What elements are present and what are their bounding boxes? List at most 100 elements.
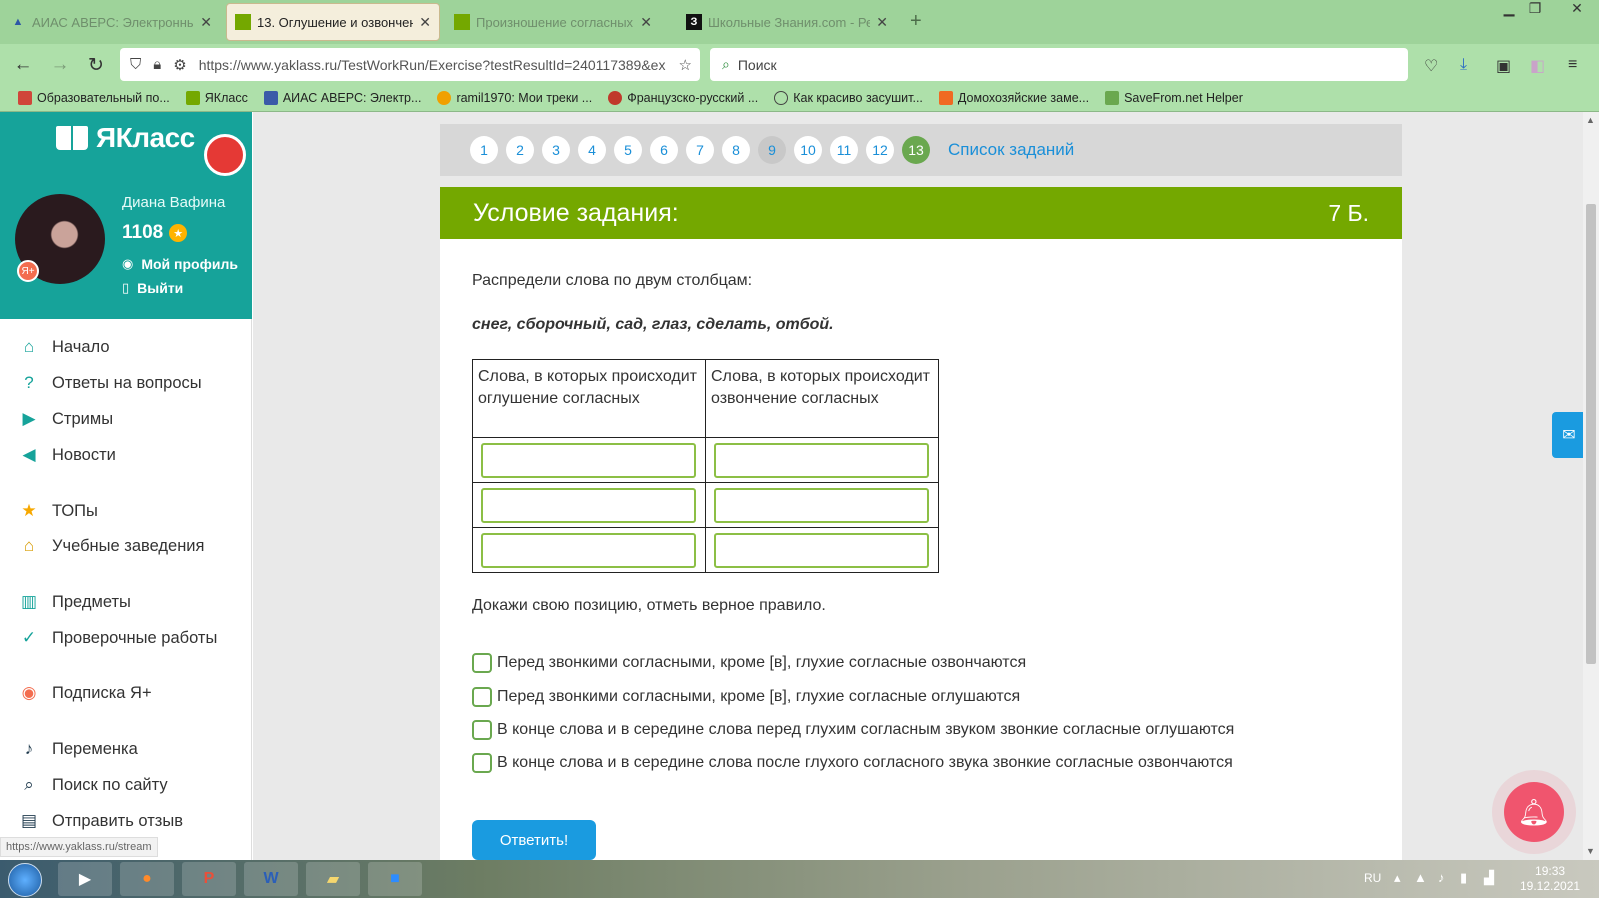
tab-aias[interactable]: ▲ АИАС АВЕРС: Электронный журнал ✕: [2, 4, 220, 40]
sidebar-item-answers[interactable]: ? Ответы на вопросы: [18, 372, 201, 394]
scroll-down-icon[interactable]: ▼: [1586, 846, 1595, 856]
clock[interactable]: 19:33 19.12.2021: [1520, 864, 1580, 894]
task-number-button[interactable]: 8: [722, 136, 750, 164]
zoom-icon[interactable]: ■: [368, 862, 422, 896]
sidebar-item-subjects[interactable]: ▥ Предметы: [18, 591, 131, 613]
minimize-icon[interactable]: ▁: [1496, 0, 1522, 18]
drop-field[interactable]: [481, 487, 696, 523]
task-instruction: Распредели слова по двум столбцам:: [472, 272, 753, 289]
power-icon[interactable]: ▮: [1460, 870, 1467, 886]
sidebar-item-tests[interactable]: ✓ Проверочные работы: [18, 627, 217, 649]
star-icon: ★: [169, 224, 188, 242]
task-number-current[interactable]: 13: [902, 136, 930, 164]
firefox-icon[interactable]: ●: [120, 862, 174, 896]
scroll-thumb[interactable]: [1586, 204, 1596, 664]
close-icon[interactable]: ✕: [640, 14, 652, 31]
drop-field[interactable]: [714, 532, 929, 568]
bookmark-item[interactable]: ramil1970: Мои треки ...: [437, 91, 592, 105]
forward-icon[interactable]: →: [47, 52, 73, 78]
notification-bell-icon[interactable]: 🔔︎: [1504, 782, 1564, 842]
task-number-button[interactable]: 12: [866, 136, 894, 164]
bookmark-item[interactable]: Домохозяйские заме...: [938, 91, 1089, 105]
task-number-button[interactable]: 4: [578, 136, 606, 164]
word-icon[interactable]: W: [244, 862, 298, 896]
tab-znania[interactable]: З Школьные Знания.com - Решайте ✕: [678, 4, 896, 40]
window-close-icon[interactable]: ✕: [1564, 0, 1590, 18]
logout-link[interactable]: ▯ Выйти: [122, 280, 183, 296]
sidebar-item-search[interactable]: ⌕ Поиск по сайту: [18, 774, 167, 796]
submit-answer-button[interactable]: Ответить!: [472, 820, 596, 860]
extension-icon[interactable]: ◧: [1530, 56, 1545, 76]
task-number-button[interactable]: 10: [794, 136, 822, 164]
tab-pronunciation[interactable]: Произношение согласных звуков ✕: [446, 4, 660, 40]
powerpoint-icon[interactable]: P: [182, 862, 236, 896]
start-button[interactable]: [8, 863, 42, 897]
scroll-up-icon[interactable]: ▲: [1586, 115, 1595, 125]
volume-icon[interactable]: ♪: [1438, 870, 1445, 885]
task-number-button[interactable]: 9: [758, 136, 786, 164]
media-player-icon[interactable]: ▶: [58, 862, 112, 896]
task-number-button[interactable]: 1: [470, 136, 498, 164]
drop-field[interactable]: [481, 532, 696, 568]
sidebar-item-news[interactable]: ◀ Новости: [18, 444, 115, 466]
checkbox[interactable]: [472, 653, 492, 673]
yaklass-logo[interactable]: ЯКласс: [56, 122, 195, 154]
search-bar[interactable]: ⌕ Поиск: [710, 48, 1408, 81]
containers-icon[interactable]: ▣: [1496, 56, 1511, 76]
rule-option[interactable]: В конце слова и в середине слова перед г…: [472, 720, 1234, 740]
tray-app-icon[interactable]: ▲: [1414, 870, 1427, 885]
globe-icon: [774, 91, 789, 105]
sidebar-item-schools[interactable]: ⌂ Учебные заведения: [18, 535, 205, 557]
reload-icon[interactable]: ↻: [83, 52, 109, 78]
sidebar-item-subscription[interactable]: ◉ Подписка Я+: [18, 682, 152, 704]
menu-icon[interactable]: ≡: [1568, 56, 1577, 74]
url-bar[interactable]: ⛉ 🔒︎ ⚙ https://www.yaklass.ru/TestWorkRu…: [120, 48, 700, 81]
sidebar-item-home[interactable]: ⌂ Начало: [18, 336, 110, 358]
bookmark-item[interactable]: Французско-русский ...: [608, 91, 758, 105]
task-list-link[interactable]: Список заданий: [948, 140, 1074, 160]
checkbox[interactable]: [472, 753, 492, 773]
user-points: 1108 ★: [122, 222, 188, 244]
drop-field[interactable]: [481, 442, 696, 478]
user-name[interactable]: Диана Вафина: [122, 194, 225, 211]
rule-option[interactable]: Перед звонкими согласными, кроме [в], гл…: [472, 653, 1026, 673]
tab-yaklass-current[interactable]: 13. Оглушение и озвончение согласных ✕: [226, 3, 440, 41]
bookmark-item[interactable]: Как красиво засушит...: [774, 91, 923, 105]
bookmark-item[interactable]: ЯКласс: [185, 91, 248, 105]
sidebar-item-tops[interactable]: ★ ТОПы: [18, 500, 98, 522]
network-icon[interactable]: ▟: [1484, 870, 1494, 886]
mail-icon[interactable]: ✉: [1552, 412, 1586, 458]
pocket-icon[interactable]: ♡: [1424, 56, 1438, 76]
new-tab-icon[interactable]: +: [910, 10, 922, 33]
scrollbar[interactable]: ▲ ▼: [1583, 112, 1599, 860]
bookmark-star-icon[interactable]: ☆: [679, 56, 692, 74]
drop-field[interactable]: [714, 442, 929, 478]
task-number-button[interactable]: 11: [830, 136, 858, 164]
sidebar-item-feedback[interactable]: ▤ Отправить отзыв: [18, 810, 183, 832]
bookmark-item[interactable]: SaveFrom.net Helper: [1105, 91, 1243, 105]
task-number-button[interactable]: 2: [506, 136, 534, 164]
download-icon[interactable]: ⤓: [1460, 56, 1467, 74]
restore-icon[interactable]: ❐: [1522, 0, 1548, 18]
task-number-button[interactable]: 6: [650, 136, 678, 164]
bookmark-item[interactable]: Образовательный по...: [18, 91, 170, 105]
checkbox[interactable]: [472, 720, 492, 740]
close-icon[interactable]: ✕: [200, 14, 212, 31]
profile-link[interactable]: ◉ Мой профиль: [122, 256, 238, 272]
drop-field[interactable]: [714, 487, 929, 523]
checkbox[interactable]: [472, 687, 492, 707]
sidebar-item-break[interactable]: ♪ Переменка: [18, 738, 138, 760]
task-number-button[interactable]: 3: [542, 136, 570, 164]
sidebar-item-streams[interactable]: ▶ Стримы: [18, 408, 113, 430]
back-icon[interactable]: ←: [10, 52, 36, 78]
rule-option[interactable]: В конце слова и в середине слова после г…: [472, 753, 1233, 773]
language-indicator[interactable]: RU: [1364, 871, 1381, 885]
task-number-button[interactable]: 7: [686, 136, 714, 164]
task-number-button[interactable]: 5: [614, 136, 642, 164]
close-icon[interactable]: ✕: [876, 14, 888, 31]
tray-expand-icon[interactable]: ▴: [1394, 870, 1401, 886]
rule-option[interactable]: Перед звонкими согласными, кроме [в], гл…: [472, 687, 1020, 707]
sticky-notes-icon[interactable]: ▰: [306, 862, 360, 896]
bookmark-item[interactable]: АИАС АВЕРС: Электр...: [263, 91, 421, 105]
close-icon[interactable]: ✕: [419, 14, 431, 31]
